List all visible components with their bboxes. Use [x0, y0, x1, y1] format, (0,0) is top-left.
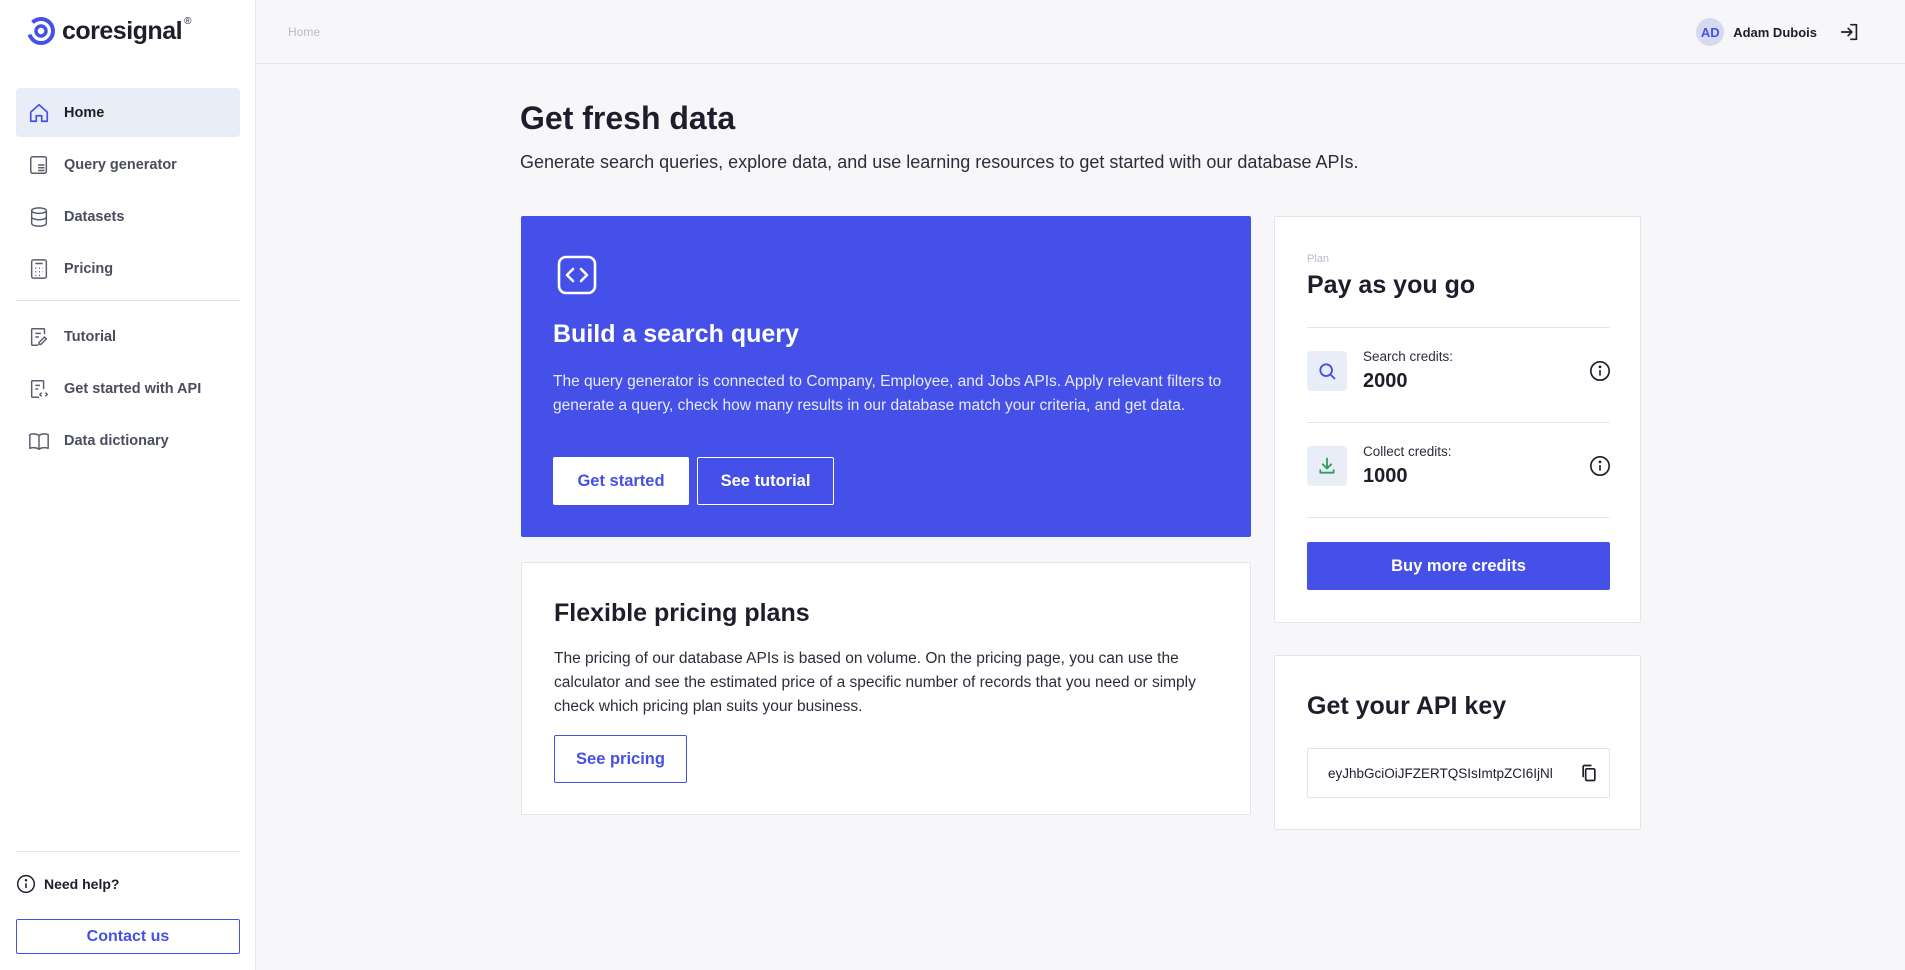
code-icon: [557, 255, 597, 295]
plan-divider: [1307, 517, 1610, 518]
book-icon: [29, 432, 49, 450]
top-bar: Home AD Adam Dubois: [256, 0, 1905, 64]
sidebar-item-label: Pricing: [64, 260, 114, 277]
plan-divider: [1307, 422, 1610, 423]
sidebar-item-home[interactable]: Home: [16, 88, 240, 137]
help-label: Need help?: [44, 876, 120, 892]
avatar: AD: [1696, 18, 1725, 46]
pricing-plans-text: The pricing of our database APIs is base…: [554, 650, 1196, 715]
plan-name: Pay as you go: [1307, 271, 1476, 299]
sidebar-item-label: Home: [64, 104, 105, 121]
search-credits-info-icon[interactable]: [1589, 360, 1611, 382]
search-icon: [1319, 363, 1336, 380]
page-title: Get fresh data: [520, 100, 736, 136]
collect-credits-info-icon[interactable]: [1589, 455, 1611, 477]
brand-reg-mark: ®: [184, 15, 192, 27]
search-credits-icon-box: [1307, 351, 1347, 391]
brand-logo[interactable]: coresignal ®: [26, 16, 195, 46]
api-key-value[interactable]: eyJhbGciOiJFZERTQSIsImtpZCI6IjNl: [1328, 766, 1571, 781]
sidebar-item-datasets[interactable]: Datasets: [16, 192, 240, 241]
sidebar-item-label: Datasets: [64, 208, 125, 225]
home-icon: [29, 103, 49, 122]
buy-more-credits-button[interactable]: Buy more credits: [1307, 542, 1610, 590]
build-query-card: Build a search query The query generator…: [521, 216, 1251, 537]
plan-divider: [1307, 327, 1610, 328]
collect-credits-label: Collect credits:: [1363, 444, 1452, 459]
sidebar-item-pricing[interactable]: Pricing: [16, 244, 240, 293]
query-generator-icon: [30, 155, 48, 174]
sidebar-item-label: Get started with API: [64, 380, 202, 397]
database-icon: [30, 206, 48, 227]
logout-icon[interactable]: [1839, 21, 1861, 43]
info-icon: [16, 874, 36, 894]
tutorial-icon: [30, 327, 48, 346]
sidebar-item-get-started-api[interactable]: Get started with API: [16, 364, 240, 413]
brand-name: coresignal: [62, 16, 183, 45]
help-link[interactable]: Need help?: [16, 874, 119, 894]
user-menu[interactable]: AD Adam Dubois: [1696, 18, 1817, 46]
coresignal-logo-icon: [27, 17, 55, 45]
see-tutorial-button[interactable]: See tutorial: [697, 457, 834, 505]
collect-credits-icon-box: [1307, 446, 1347, 486]
api-key-card: Get your API key eyJhbGciOiJFZERTQSIsImt…: [1274, 655, 1641, 830]
sidebar-item-label: Query generator: [64, 156, 177, 173]
build-query-text: The query generator is connected to Comp…: [553, 373, 1222, 414]
sidebar-divider: [16, 300, 240, 301]
api-key-field[interactable]: eyJhbGciOiJFZERTQSIsImtpZCI6IjNl: [1307, 748, 1610, 798]
build-query-title: Build a search query: [553, 320, 799, 348]
calculator-icon: [30, 258, 48, 279]
user-name: Adam Dubois: [1733, 24, 1817, 40]
sidebar-bottom-divider: [16, 851, 240, 852]
page-subtitle: Generate search queries, explore data, a…: [520, 152, 1359, 172]
api-doc-icon: [30, 379, 49, 398]
pricing-plans-title: Flexible pricing plans: [554, 599, 810, 627]
get-started-button[interactable]: Get started: [553, 457, 689, 505]
sidebar: coresignal ® Home Query generator Datase…: [0, 0, 256, 970]
sidebar-item-label: Tutorial: [64, 328, 117, 345]
sidebar-item-label: Data dictionary: [64, 432, 169, 449]
plan-card: Plan Pay as you go Search credits: 2000 …: [1274, 216, 1641, 623]
copy-icon[interactable]: [1579, 763, 1599, 783]
sidebar-item-data-dictionary[interactable]: Data dictionary: [16, 416, 240, 465]
breadcrumb[interactable]: Home: [288, 25, 320, 39]
sidebar-item-query-generator[interactable]: Query generator: [16, 140, 240, 189]
sidebar-item-tutorial[interactable]: Tutorial: [16, 312, 240, 361]
download-icon: [1319, 457, 1335, 474]
search-credits-label: Search credits:: [1363, 349, 1454, 364]
api-key-title: Get your API key: [1307, 692, 1507, 720]
sidebar-nav: Home Query generator Datasets Pricing Tu…: [16, 88, 240, 468]
pricing-plans-card: Flexible pricing plans The pricing of ou…: [521, 562, 1251, 815]
search-credits-value: 2000: [1363, 370, 1408, 392]
see-pricing-button[interactable]: See pricing: [554, 735, 687, 783]
plan-label: Plan: [1307, 253, 1330, 265]
contact-us-button[interactable]: Contact us: [16, 919, 240, 954]
collect-credits-value: 1000: [1363, 465, 1408, 487]
